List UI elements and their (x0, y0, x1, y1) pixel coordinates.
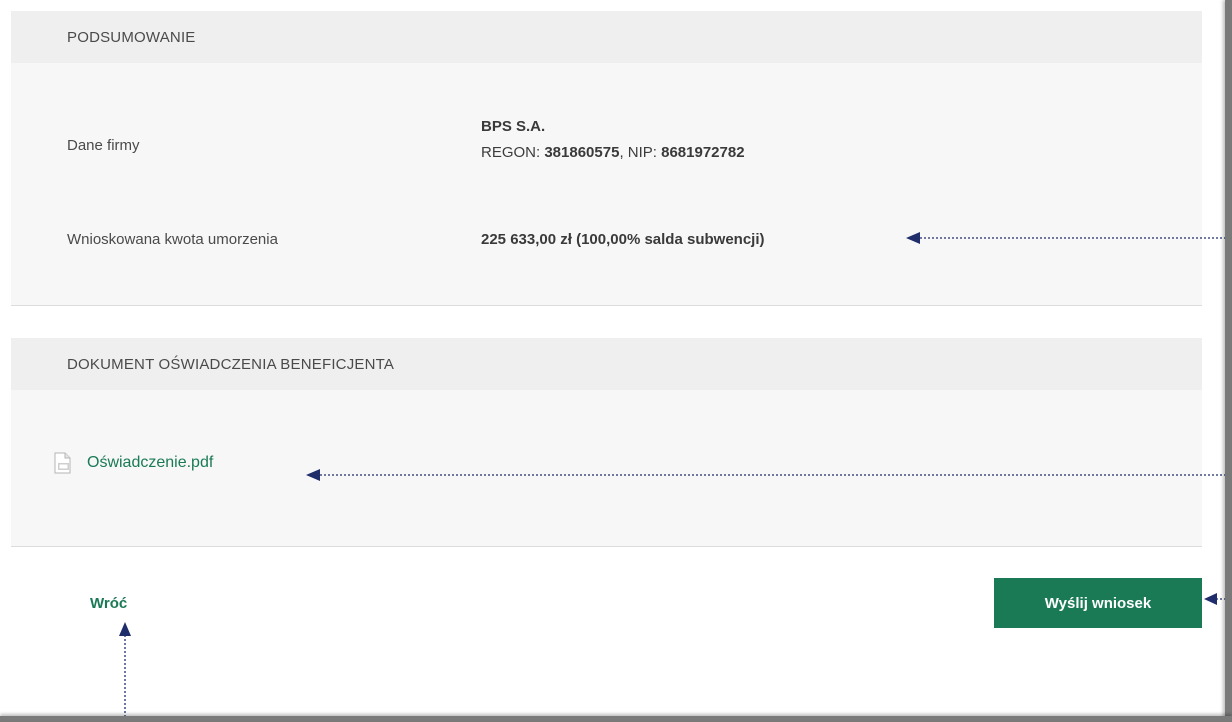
company-data-value: BPS S.A. REGON: 381860575, NIP: 86819727… (481, 118, 745, 161)
arrow-to-submit (1204, 593, 1217, 605)
submit-application-button[interactable]: Wyślij wniosek (994, 578, 1202, 628)
company-ids: REGON: 381860575, NIP: 8681972782 (481, 144, 745, 161)
company-name: BPS S.A. (481, 118, 546, 135)
summary-header: PODSUMOWANIE (11, 11, 1202, 63)
statement-file-link[interactable]: Oświadczenie.pdf (53, 452, 213, 474)
document-card: DOKUMENT OŚWIADCZENIA BENEFICJENTA Oświa… (11, 338, 1202, 547)
nip-value: 8681972782 (661, 144, 745, 161)
back-link[interactable]: Wróć (90, 595, 127, 612)
regon-value: 381860575 (544, 144, 620, 161)
arrow-to-back (119, 622, 131, 636)
nip-label: NIP: (627, 144, 662, 161)
regon-label: REGON: (481, 144, 545, 161)
frame-bottom-border (0, 716, 1232, 722)
document-header: DOKUMENT OŚWIADCZENIA BENEFICJENTA (11, 338, 1202, 390)
summary-card: PODSUMOWANIE Dane firmy BPS S.A. REGON: … (11, 11, 1202, 306)
statement-file-name: Oświadczenie.pdf (87, 454, 214, 471)
id-separator: , (619, 144, 628, 161)
amount-label: Wnioskowana kwota umorzenia (67, 231, 278, 248)
pdf-file-icon (54, 452, 71, 474)
screen: PODSUMOWANIE Dane firmy BPS S.A. REGON: … (0, 0, 1232, 722)
frame-right-border (1225, 0, 1232, 722)
company-data-label: Dane firmy (67, 137, 140, 154)
amount-value: 225 633,00 zł (100,00% salda subwencji) (481, 231, 765, 248)
